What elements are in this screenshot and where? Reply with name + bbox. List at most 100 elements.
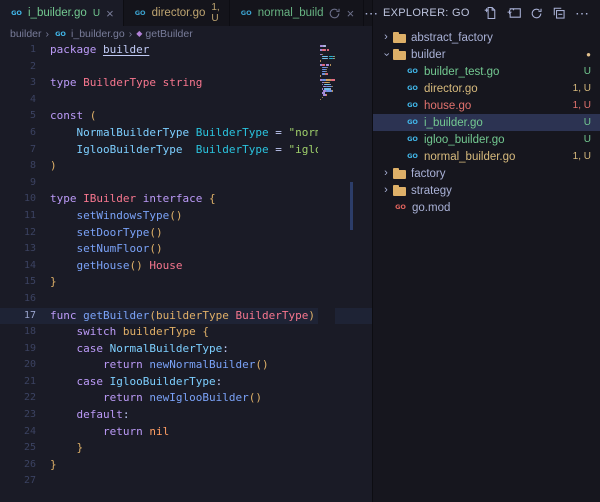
code-line[interactable]: 22 return newIglooBuilder() — [0, 390, 372, 407]
git-status-badge: U — [93, 8, 100, 19]
code-editor[interactable]: 1package builder23type BuilderType strin… — [0, 42, 372, 502]
folder-icon — [393, 185, 407, 196]
code-line[interactable]: 20 return newNormalBuilder() — [0, 357, 372, 374]
code-line[interactable]: 21 case IglooBuilderType: — [0, 374, 372, 391]
code-text: NormalBuilderType BuilderType = "normal" — [46, 125, 318, 142]
code-text — [46, 175, 318, 192]
tree-item-label: builder_test.go — [424, 66, 499, 78]
line-number: 2 — [0, 59, 46, 76]
tree-item-abstract-factory[interactable]: ›abstract_factory — [373, 29, 600, 46]
tab-bar: GO i_builder.go U × GOdirector.go1, UGOnorma… — [0, 0, 372, 26]
tree-item-i-builder-go[interactable]: GOi_builder.goU — [373, 114, 600, 131]
folder-icon — [393, 32, 407, 43]
tab-normal-build[interactable]: GOnormal_build× — [230, 0, 364, 26]
refresh-icon[interactable] — [530, 7, 543, 20]
collapse-all-icon[interactable] — [552, 6, 566, 20]
tree-item-igloo-builder-go[interactable]: GOigloo_builder.goU — [373, 131, 600, 148]
close-icon[interactable]: × — [347, 7, 355, 20]
new-folder-icon[interactable] — [507, 6, 521, 20]
tab-i-builder-go[interactable]: GO i_builder.go U × — [0, 0, 124, 26]
more-icon[interactable]: ⋯ — [575, 6, 590, 20]
tree-item-builder[interactable]: ›builder● — [373, 46, 600, 63]
code-line[interactable]: 6 NormalBuilderType BuilderType = "norma… — [0, 125, 372, 142]
go-file-icon: GO — [9, 10, 24, 17]
tree-item-house-go[interactable]: GOhouse.go1, U — [373, 97, 600, 114]
code-text: ) — [46, 158, 318, 175]
line-number: 17 — [0, 308, 46, 325]
code-line[interactable]: 11 setWindowsType() — [0, 208, 372, 225]
symbol-method-icon: ◆ — [136, 30, 142, 38]
go-file-icon: GO — [405, 85, 420, 92]
code-text: setNumFloor() — [46, 241, 318, 258]
line-number: 24 — [0, 424, 46, 441]
code-line[interactable]: 8) — [0, 158, 372, 175]
code-line[interactable]: 3type BuilderType string — [0, 75, 372, 92]
tree-item-label: igloo_builder.go — [424, 134, 505, 146]
code-text — [46, 291, 318, 308]
breadcrumb-item-getbuilder[interactable]: ◆getBuilder — [136, 28, 192, 40]
code-line[interactable]: 16 — [0, 291, 372, 308]
line-number: 13 — [0, 241, 46, 258]
code-text: default: — [46, 407, 318, 424]
line-number: 19 — [0, 341, 46, 358]
code-line[interactable]: 14 getHouse() House — [0, 258, 372, 275]
code-line[interactable]: 15} — [0, 274, 372, 291]
close-icon[interactable]: × — [106, 7, 114, 20]
line-number: 8 — [0, 158, 46, 175]
tab-director-go[interactable]: GOdirector.go1, U — [124, 0, 230, 26]
tree-item-factory[interactable]: ›factory — [373, 165, 600, 182]
code-text: package builder — [46, 42, 318, 59]
code-line[interactable]: 17func getBuilder(builderType BuilderTyp… — [0, 308, 372, 325]
code-line[interactable]: 18 switch builderType { — [0, 324, 372, 341]
new-file-icon[interactable] — [484, 6, 498, 20]
code-line[interactable]: 10type IBuilder interface { — [0, 191, 372, 208]
line-number: 14 — [0, 258, 46, 275]
code-line[interactable]: 24 return nil — [0, 424, 372, 441]
code-line[interactable]: 2 — [0, 59, 372, 76]
code-line[interactable]: 23 default: — [0, 407, 372, 424]
minimap[interactable] — [318, 42, 335, 502]
folder-icon — [393, 49, 407, 60]
code-line[interactable]: 25 } — [0, 440, 372, 457]
line-number: 16 — [0, 291, 46, 308]
git-status-badge: 1, U — [573, 151, 600, 162]
more-icon[interactable]: ⋯ — [364, 6, 379, 20]
line-number: 12 — [0, 225, 46, 242]
tree-item-label: director.go — [424, 83, 478, 95]
breadcrumb-item-builder[interactable]: builder — [10, 28, 42, 40]
tree-item-strategy[interactable]: ›strategy — [373, 182, 600, 199]
line-number: 27 — [0, 473, 46, 490]
line-number: 15 — [0, 274, 46, 291]
code-text: return nil — [46, 424, 318, 441]
breadcrumb-item-i-builder-go[interactable]: GOi_builder.go — [53, 28, 125, 40]
code-line[interactable]: 7 IglooBuilderType BuilderType = "igloo" — [0, 142, 372, 159]
tree-item-director-go[interactable]: GOdirector.go1, U — [373, 80, 600, 97]
line-number: 9 — [0, 175, 46, 192]
tree-item-go-mod[interactable]: GOgo.mod — [373, 199, 600, 216]
code-text: } — [46, 457, 318, 474]
line-number: 20 — [0, 357, 46, 374]
code-text — [46, 59, 318, 76]
line-number: 21 — [0, 374, 46, 391]
go-mod-icon: GO — [393, 204, 408, 211]
code-text: setDoorType() — [46, 225, 318, 242]
refresh-icon[interactable] — [328, 7, 341, 20]
tree-item-normal-builder-go[interactable]: GOnormal_builder.go1, U — [373, 148, 600, 165]
code-line[interactable]: 13 setNumFloor() — [0, 241, 372, 258]
code-line[interactable]: 12 setDoorType() — [0, 225, 372, 242]
breadcrumb-label: builder — [10, 28, 42, 40]
tab-label: i_builder.go — [28, 7, 87, 19]
code-text: return newIglooBuilder() — [46, 390, 318, 407]
code-line[interactable]: 26} — [0, 457, 372, 474]
code-line[interactable]: 9 — [0, 175, 372, 192]
code-line[interactable]: 19 case NormalBuilderType: — [0, 341, 372, 358]
code-line[interactable]: 1package builder — [0, 42, 372, 59]
git-status-badge: U — [584, 134, 600, 145]
line-number: 6 — [0, 125, 46, 142]
code-line[interactable]: 5const ( — [0, 108, 372, 125]
line-number: 4 — [0, 92, 46, 109]
breadcrumb-separator-icon: › — [129, 28, 133, 40]
code-line[interactable]: 27 — [0, 473, 372, 490]
tree-item-builder-test-go[interactable]: GObuilder_test.goU — [373, 63, 600, 80]
code-line[interactable]: 4 — [0, 92, 372, 109]
